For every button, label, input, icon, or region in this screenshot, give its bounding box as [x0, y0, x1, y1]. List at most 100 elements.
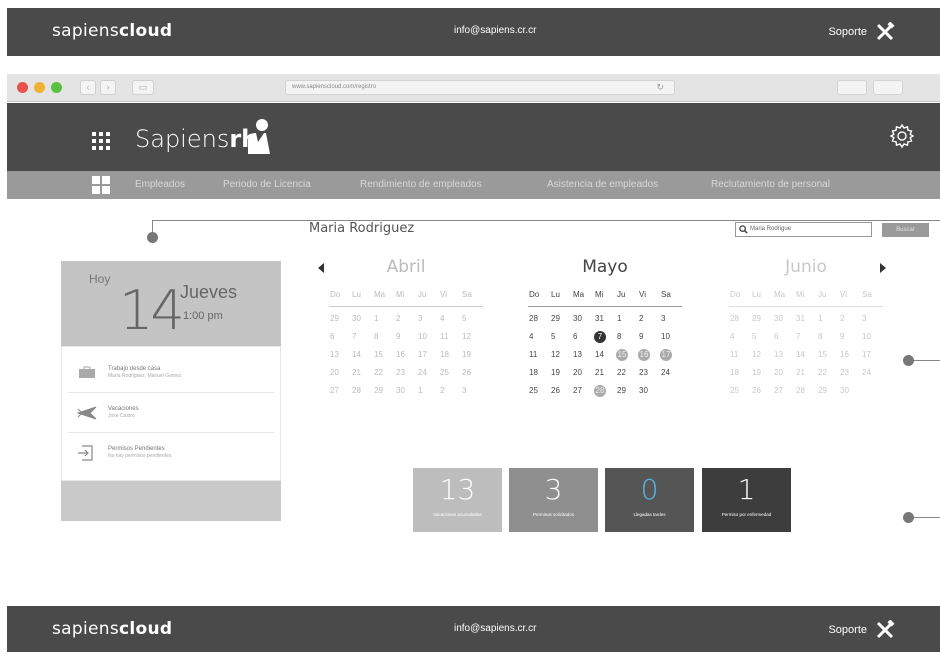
- calendar-day[interactable]: 4: [528, 330, 550, 344]
- nav-item-rendimiento[interactable]: Rendimiento de empleados: [360, 179, 482, 190]
- nav-item-periodo-licencia[interactable]: Periodo de Licencia: [223, 179, 311, 190]
- calendar-day[interactable]: 10: [660, 330, 682, 344]
- calendar-day[interactable]: 5: [550, 330, 572, 344]
- calendar-day[interactable]: 11: [528, 348, 550, 362]
- agenda-item[interactable]: Vacaciones Jose Castro: [68, 393, 274, 433]
- calendar-day[interactable]: 9: [395, 330, 417, 344]
- calendar-day[interactable]: 5: [751, 330, 773, 344]
- calendar-day[interactable]: 8: [616, 330, 638, 344]
- calendar-day[interactable]: 29: [616, 384, 638, 398]
- nav-item-empleados[interactable]: Empleados: [135, 179, 185, 190]
- calendar-day[interactable]: 4: [439, 312, 461, 326]
- agenda-item[interactable]: Trabajo desde casa Maria Rodriguez, Manu…: [68, 353, 274, 393]
- nav-item-reclutamiento[interactable]: Reclutamiento de personal: [711, 179, 830, 190]
- calendar-day[interactable]: 30: [638, 384, 660, 398]
- calendar-day[interactable]: 8: [373, 330, 395, 344]
- minimize-window-icon[interactable]: [34, 82, 45, 93]
- calendar-day[interactable]: 20: [773, 366, 795, 380]
- calendar-day[interactable]: 16: [395, 348, 417, 362]
- reload-icon[interactable]: ↻: [656, 81, 664, 94]
- calendar-day[interactable]: 19: [550, 366, 572, 380]
- calendar-day[interactable]: 2: [395, 312, 417, 326]
- calendar-day[interactable]: 16: [839, 348, 861, 362]
- settings-gear-icon[interactable]: [889, 123, 915, 149]
- calendar-day[interactable]: 6: [773, 330, 795, 344]
- footer-contact-email[interactable]: info@sapiens.cr.cr: [454, 623, 536, 634]
- stat-tile-vacaciones[interactable]: 13 Vacaciones acumuladas: [413, 468, 502, 532]
- calendar-day[interactable]: 28: [795, 384, 817, 398]
- calendar-day[interactable]: 27: [329, 384, 351, 398]
- calendar-day[interactable]: 30: [351, 312, 373, 326]
- footer-brand-logo[interactable]: sapienscloud: [52, 619, 172, 639]
- close-window-icon[interactable]: [17, 82, 28, 93]
- calendar-day[interactable]: 29: [329, 312, 351, 326]
- previous-month-arrow-icon[interactable]: [318, 263, 324, 273]
- calendar-day[interactable]: 29: [817, 384, 839, 398]
- calendar-day[interactable]: 2: [839, 312, 861, 326]
- calendar-day[interactable]: 25: [528, 384, 550, 398]
- support-link[interactable]: Soporte: [828, 22, 895, 42]
- brand-logo[interactable]: sapienscloud: [52, 21, 172, 41]
- stat-tile-permisos[interactable]: 3 Permisos solicitados: [509, 468, 598, 532]
- apps-grid-icon[interactable]: [92, 132, 110, 150]
- stat-tile-llegadas-tardes[interactable]: 0 Llegadas tardes: [605, 468, 694, 532]
- calendar-day[interactable]: 26: [751, 384, 773, 398]
- calendar-day[interactable]: 3: [417, 312, 439, 326]
- calendar-day[interactable]: 1: [373, 312, 395, 326]
- calendar-day[interactable]: 13: [329, 348, 351, 362]
- calendar-day[interactable]: 2: [638, 312, 660, 326]
- calendar-day[interactable]: 6: [572, 330, 594, 344]
- calendar-day[interactable]: 12: [461, 330, 483, 344]
- calendar-day[interactable]: 17: [861, 348, 883, 362]
- calendar-day[interactable]: 22: [817, 366, 839, 380]
- calendar-day[interactable]: 21: [594, 366, 616, 380]
- calendar-day[interactable]: 9: [638, 330, 660, 344]
- calendar-day[interactable]: 3: [861, 312, 883, 326]
- address-bar[interactable]: www.sapienscloud.com/registro ↻: [285, 80, 675, 95]
- calendar-day[interactable]: 11: [439, 330, 461, 344]
- calendar-day[interactable]: 24: [861, 366, 883, 380]
- dashboard-icon[interactable]: [92, 176, 110, 194]
- calendar-day[interactable]: 29: [751, 312, 773, 326]
- calendar-day[interactable]: 20: [329, 366, 351, 380]
- calendar-day[interactable]: 4: [729, 330, 751, 344]
- calendar-day[interactable]: 29: [550, 312, 572, 326]
- calendar-day[interactable]: 12: [751, 348, 773, 362]
- calendar-day[interactable]: 29: [373, 384, 395, 398]
- calendar-day[interactable]: 14: [795, 348, 817, 362]
- calendar-day[interactable]: 2: [439, 384, 461, 398]
- calendar-day[interactable]: 31: [594, 312, 616, 326]
- calendar-day[interactable]: 31: [795, 312, 817, 326]
- agenda-item[interactable]: Permisos Pendientes No hay permisos pend…: [68, 433, 274, 473]
- maximize-window-icon[interactable]: [51, 82, 62, 93]
- calendar-day[interactable]: 23: [395, 366, 417, 380]
- calendar-day[interactable]: 18: [439, 348, 461, 362]
- calendar-day[interactable]: 21: [795, 366, 817, 380]
- calendar-day[interactable]: 7: [351, 330, 373, 344]
- calendar-day[interactable]: 22: [373, 366, 395, 380]
- calendar-day[interactable]: 13: [773, 348, 795, 362]
- calendar-day[interactable]: 28: [528, 312, 550, 326]
- calendar-day[interactable]: 15: [373, 348, 395, 362]
- calendar-day[interactable]: 21: [351, 366, 373, 380]
- calendar-day[interactable]: 24: [417, 366, 439, 380]
- calendar-day[interactable]: 14: [351, 348, 373, 362]
- calendar-day[interactable]: 1: [417, 384, 439, 398]
- calendar-day[interactable]: 17: [417, 348, 439, 362]
- calendar-day[interactable]: 27: [572, 384, 594, 398]
- calendar-day[interactable]: 12: [550, 348, 572, 362]
- back-button[interactable]: ‹: [80, 80, 96, 95]
- calendar-day[interactable]: 15: [616, 349, 628, 361]
- calendar-day[interactable]: 3: [461, 384, 483, 398]
- calendar-day[interactable]: 9: [839, 330, 861, 344]
- sidebar-toggle-button[interactable]: ▭: [132, 80, 154, 95]
- calendar-day[interactable]: 23: [839, 366, 861, 380]
- calendar-day[interactable]: 19: [751, 366, 773, 380]
- calendar-day[interactable]: 30: [395, 384, 417, 398]
- calendar-day[interactable]: 5: [461, 312, 483, 326]
- footer-support-link[interactable]: Soporte: [828, 620, 895, 640]
- forward-button[interactable]: ›: [100, 80, 116, 95]
- search-button[interactable]: Buscar: [882, 223, 929, 237]
- calendar-day[interactable]: 15: [817, 348, 839, 362]
- calendar-day[interactable]: 6: [329, 330, 351, 344]
